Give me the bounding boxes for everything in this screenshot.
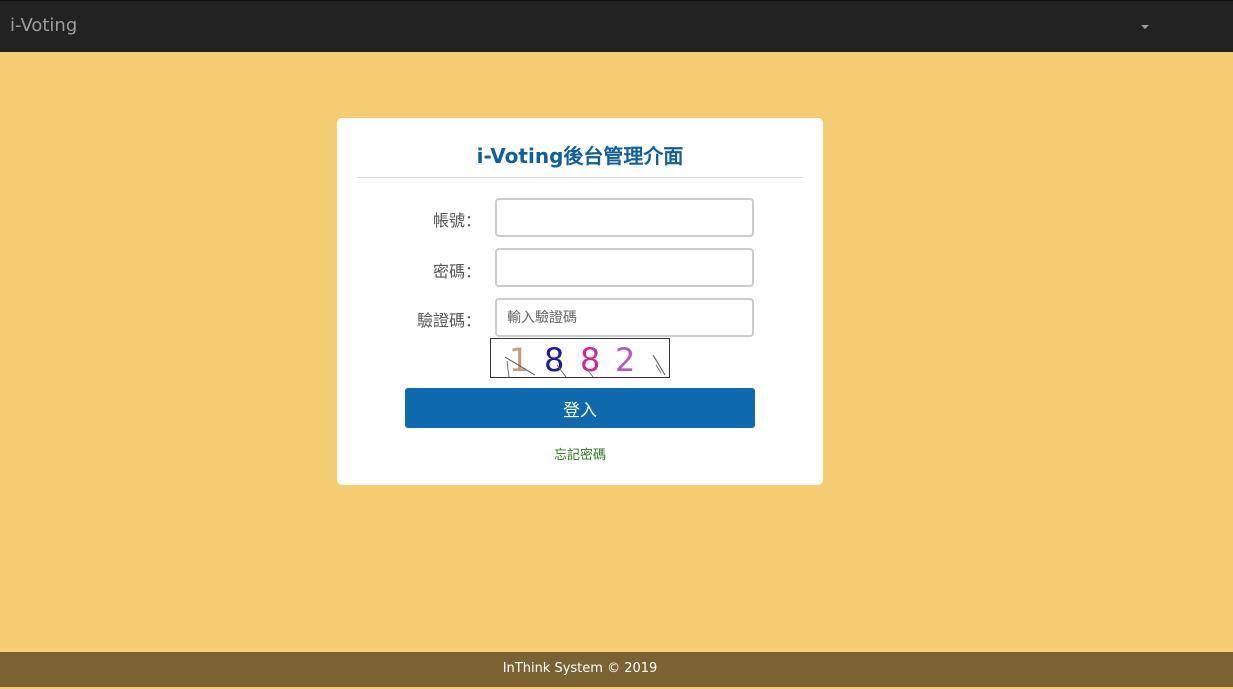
title-brand: i-Voting: [476, 144, 564, 168]
captcha-label: 驗證碼：: [416, 311, 481, 330]
page-title: i-Voting後台管理介面: [337, 140, 823, 169]
captcha-digit: 8: [580, 341, 600, 377]
account-label: 帳號：: [432, 211, 481, 230]
password-field[interactable]: [495, 248, 754, 287]
captcha-digit: 1: [509, 341, 529, 377]
login-button[interactable]: 登入: [405, 388, 755, 428]
top-navbar: i-Voting: [0, 0, 1233, 52]
chevron-down-icon[interactable]: [1141, 25, 1149, 29]
captcha-input[interactable]: [495, 298, 754, 337]
forgot-password-link[interactable]: 忘記密碼: [337, 444, 823, 463]
captcha-digit: 8: [544, 341, 564, 377]
footer: InThink System © 2019: [0, 652, 1233, 687]
footer-text: InThink System © 2019: [502, 661, 658, 676]
title-suffix: 後台管理介面: [563, 144, 684, 168]
login-panel: i-Voting後台管理介面 帳號： 密碼： 驗證碼： 1 8 8 2 登入 忘…: [337, 118, 823, 485]
title-divider: [357, 177, 803, 178]
account-field[interactable]: [495, 198, 754, 237]
captcha-image: 1 8 8 2: [490, 338, 670, 379]
navbar-brand[interactable]: i-Voting: [10, 15, 77, 36]
captcha-svg: 1 8 8 2: [504, 341, 666, 379]
captcha-noise-line: [652, 354, 666, 376]
captcha-digit: 2: [615, 341, 635, 377]
password-label: 密碼：: [432, 262, 481, 281]
